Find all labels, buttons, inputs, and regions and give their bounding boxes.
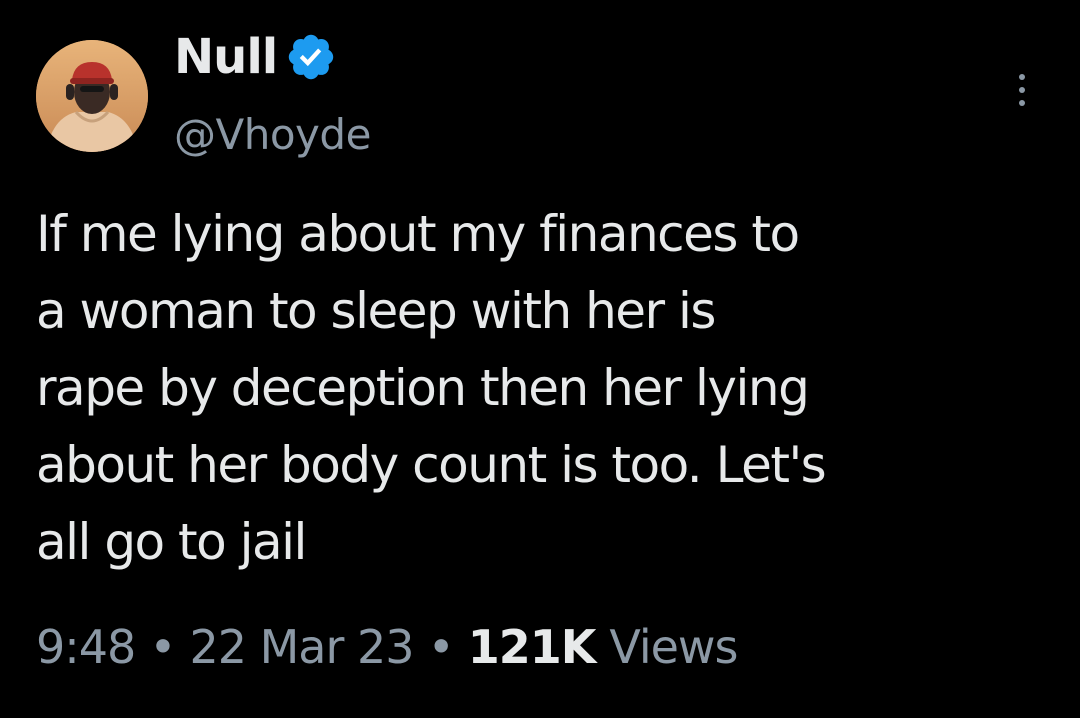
tweet-time[interactable]: 9:48: [36, 620, 136, 674]
tweet-meta: 9:48 • 22 Mar 23 • 121K Views: [36, 620, 739, 674]
more-dot: [1019, 87, 1025, 93]
verified-badge-icon[interactable]: [285, 31, 337, 83]
more-dot: [1019, 100, 1025, 106]
tweet: Null @Vhoyde If me lying about my financ…: [0, 0, 1080, 718]
avatar[interactable]: [36, 40, 148, 152]
author-name-row: Null: [174, 26, 337, 88]
tweet-date[interactable]: 22 Mar 23: [189, 620, 414, 674]
author-handle[interactable]: @Vhoyde: [174, 110, 371, 159]
more-dot: [1019, 74, 1025, 80]
meta-separator: •: [427, 620, 455, 674]
author-display-name[interactable]: Null: [174, 29, 278, 85]
meta-separator: •: [149, 620, 176, 674]
more-options-icon[interactable]: [1010, 74, 1034, 114]
views-label[interactable]: Views: [609, 620, 738, 674]
avatar-image: [36, 40, 148, 152]
tweet-text: If me lying about my finances to a woman…: [36, 205, 827, 571]
views-count[interactable]: 121K: [468, 620, 597, 674]
